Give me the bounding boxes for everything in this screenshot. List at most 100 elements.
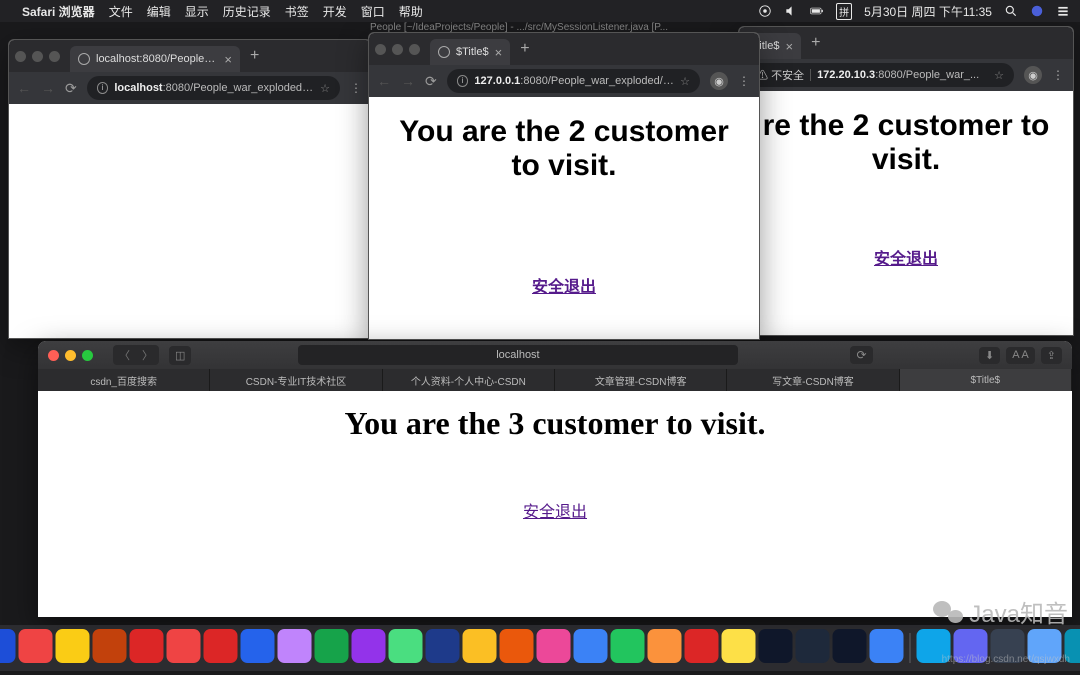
datetime[interactable]: 5月30日 周四 下午11:35 [864,3,992,20]
back-icon[interactable]: ← [377,73,391,89]
dock-app-icon[interactable] [389,629,423,663]
reload-icon[interactable]: ⟳ [425,73,437,90]
menu-file[interactable]: 文件 [109,3,133,20]
menu-view[interactable]: 显示 [185,3,209,20]
bookmark-icon[interactable]: ☆ [994,69,1004,82]
reload-icon[interactable]: ⟳ [65,80,77,97]
close-icon[interactable]: × [786,39,794,54]
dock-app-icon[interactable] [19,629,53,663]
dock-app-icon[interactable] [204,629,238,663]
dock-app-icon[interactable] [870,629,904,663]
ime-icon[interactable]: 拼 [836,3,852,20]
bookmark-icon[interactable]: ☆ [680,75,690,88]
logout-link[interactable]: 安全退出 [523,498,587,522]
new-tab-button[interactable]: + [250,47,259,65]
safari-tab[interactable]: CSDN-专业IT技术社区 [210,369,382,391]
dock-app-icon[interactable] [500,629,534,663]
profile-icon[interactable]: ◉ [710,72,728,90]
close-icon[interactable]: × [224,52,232,67]
wechat-icon [933,599,963,625]
dock-app-icon[interactable] [833,629,867,663]
dock-app-icon[interactable] [648,629,682,663]
chrome-window-3: Title$× + ⚠ 不安全 172.20.10.3:8080/People_… [738,26,1074,336]
site-info-icon[interactable]: i [457,75,469,87]
address-bar[interactable]: i 127.0.0.1:8080/People_war_exploded/in.… [447,69,700,93]
logout-link[interactable]: 安全退出 [532,273,596,297]
mac-menubar: Safari 浏览器 文件 编辑 显示 历史记录 书签 开发 窗口 帮助 拼 5… [0,0,1080,22]
dock-app-icon[interactable] [93,629,127,663]
dock-app-icon[interactable] [315,629,349,663]
reload-icon[interactable]: ⟳ [850,346,872,364]
app-name[interactable]: Safari 浏览器 [22,3,95,20]
spotlight-icon[interactable] [1004,4,1018,18]
dock-app-icon[interactable] [796,629,830,663]
share-icon[interactable]: ⇪ [1041,347,1062,364]
address-bar[interactable]: ⚠ 不安全 172.20.10.3:8080/People_war_... ☆ [747,63,1014,87]
globe-icon [78,53,90,65]
address-bar[interactable]: i localhost:8080/People_war_exploded/lo.… [87,76,340,100]
safari-tab[interactable]: 写文章-CSDN博客 [727,369,899,391]
page-heading: You are the 2 customer to visit. [381,115,747,183]
new-tab-button[interactable]: + [520,40,529,58]
dock-app-icon[interactable] [685,629,719,663]
safari-tab[interactable]: 文章管理-CSDN博客 [555,369,727,391]
safari-tabstrip: csdn_百度搜索 CSDN-专业IT技术社区 个人资料-个人中心-CSDN 文… [38,369,1072,391]
insecure-badge: ⚠ 不安全 [757,67,804,83]
safari-tab[interactable]: $Title$ [900,369,1072,391]
dock-app-icon[interactable] [56,629,90,663]
menu-icon[interactable]: ⋮ [350,81,363,95]
close-icon[interactable]: × [495,45,503,60]
textsize-icon[interactable]: A A [1006,347,1035,364]
dock-app-icon[interactable] [537,629,571,663]
logout-link[interactable]: 安全退出 [874,245,938,269]
dock-app-icon[interactable] [759,629,793,663]
menu-icon[interactable]: ⋮ [738,74,751,88]
dock-app-icon[interactable] [130,629,164,663]
dock-app-icon[interactable] [0,629,16,663]
new-tab-button[interactable]: + [811,34,820,52]
dock-app-icon[interactable] [722,629,756,663]
back-icon[interactable]: 〈 [113,345,136,365]
forward-icon[interactable]: 〉 [136,345,159,365]
safari-tab[interactable]: 个人资料-个人中心-CSDN [383,369,555,391]
sidebar-icon[interactable]: ◫ [169,346,191,365]
notification-icon[interactable] [1056,4,1070,18]
profile-icon[interactable]: ◉ [1024,66,1042,84]
tab[interactable]: localhost:8080/People_war_ex × [70,46,240,72]
download-icon[interactable]: ⬇ [979,347,1000,364]
tab[interactable]: $Title$ × [430,39,510,65]
menu-develop[interactable]: 开发 [323,3,347,20]
address-bar[interactable]: localhost [298,345,738,365]
safari-tab[interactable]: csdn_百度搜索 [38,369,210,391]
tab-title: $Title$ [456,46,489,58]
page-heading: You are the 3 customer to visit. [38,405,1072,442]
bookmark-icon[interactable]: ☆ [320,82,330,95]
dock-app-icon[interactable] [167,629,201,663]
volume-icon[interactable] [784,4,798,18]
globe-icon [438,46,450,58]
menu-icon[interactable]: ⋮ [1052,68,1065,82]
dock-app-icon[interactable] [463,629,497,663]
site-info-icon[interactable]: i [97,82,109,94]
dock-app-icon[interactable] [574,629,608,663]
battery-icon[interactable] [810,4,824,18]
tab-title: localhost:8080/People_war_ex [96,53,218,65]
menu-history[interactable]: 历史记录 [223,3,271,20]
back-icon[interactable]: ← [17,80,31,96]
nav-buttons[interactable]: 〈〉 [113,345,159,365]
dock-app-icon[interactable] [611,629,645,663]
safari-window: 〈〉 ◫ localhost ⟳ ⬇ A A ⇪ csdn_百度搜索 CSDN-… [38,341,1072,617]
menu-window[interactable]: 窗口 [361,3,385,20]
dock-app-icon[interactable] [278,629,312,663]
window-controls[interactable] [48,350,93,361]
menu-help[interactable]: 帮助 [399,3,423,20]
dock-app-icon[interactable] [426,629,460,663]
forward-icon: → [401,73,415,89]
dock-app-icon[interactable] [241,629,275,663]
menu-bookmarks[interactable]: 书签 [285,3,309,20]
dock-app-icon[interactable] [352,629,386,663]
quickaction-icon[interactable] [758,4,772,18]
siri-icon[interactable] [1030,4,1044,18]
dock [0,625,1080,671]
menu-edit[interactable]: 编辑 [147,3,171,20]
